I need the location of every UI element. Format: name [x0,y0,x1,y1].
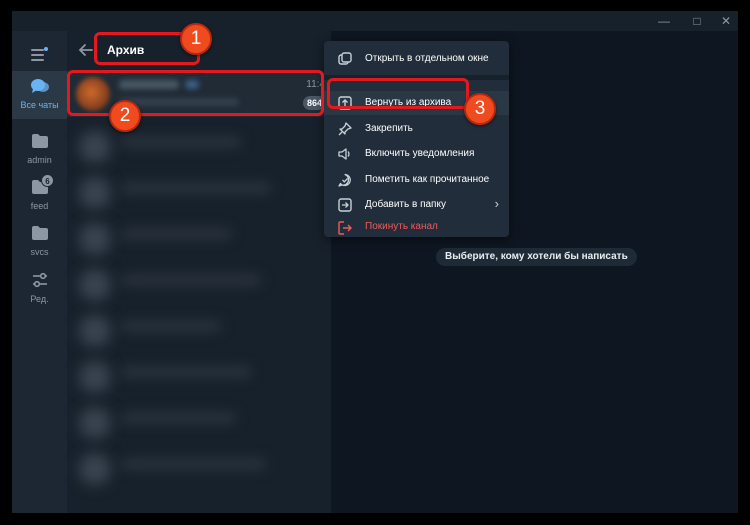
sidebar-item-label: feed [30,201,49,211]
leave-icon [338,221,352,235]
step-marker-1: 1 [180,23,212,55]
sidebar-item-feed[interactable]: 6 feed [12,172,67,220]
sidebar-item-all-chats[interactable]: Все чаты [12,71,67,119]
annotation-box-chat-row [67,70,324,116]
pin-icon [338,122,352,136]
menu-item-label: Добавить в папку [365,199,446,210]
menu-item-enable-notifications[interactable]: Включить уведомления [324,142,509,166]
folder-icon [32,226,48,240]
step-marker-3: 3 [464,93,496,125]
menu-item-label: Покинуть канал [365,221,438,232]
annotation-box-unarchive [327,78,469,109]
chat-bubbles-icon [31,79,49,93]
speaker-icon [338,148,350,160]
folder-icon [32,134,48,148]
menu-item-leave-channel[interactable]: Покинуть канал [324,218,509,237]
sliders-icon [33,272,47,288]
menu-item-label: Пометить как прочитанное [365,174,490,185]
sidebar-item-edit[interactable]: Ред. [12,265,67,313]
hamburger-menu-icon[interactable] [28,45,50,63]
back-arrow-icon[interactable] [77,41,95,59]
unread-badge: 6 [41,174,54,187]
chevron-right-icon: › [494,196,499,211]
telegram-window: — □ ✕ Все чаты admin 6 feed svcs Ред. Ар… [12,11,738,513]
menu-item-label: Включить уведомления [365,148,475,159]
add-folder-icon [338,198,352,212]
menu-item-open-in-window[interactable]: Открыть в отдельном окне [324,47,509,71]
menu-item-label: Закрепить [365,123,413,134]
sidebar-item-label: Все чаты [20,100,59,110]
sidebar-item-label: svcs [30,247,49,257]
empty-state-label: Выберите, кому хотели бы написать [436,248,637,266]
close-icon[interactable]: ✕ [714,13,738,29]
menu-item-mark-read[interactable]: Пометить как прочитанное [324,168,509,192]
sidebar-item-svcs[interactable]: svcs [12,218,67,266]
sidebar-item-admin[interactable]: admin [12,126,67,174]
minimize-icon[interactable]: — [652,13,676,29]
context-menu: Открыть в отдельном окне Вернуть из архи… [324,41,509,237]
folders-sidebar: Все чаты admin 6 feed svcs Ред. [12,31,67,513]
sidebar-item-label: admin [27,155,52,165]
title-bar: — □ ✕ [12,11,738,31]
menu-item-add-to-folder[interactable]: Добавить в папку › [324,193,509,217]
sidebar-item-label: Ред. [30,294,49,304]
mark-read-icon [338,173,351,187]
menu-item-label: Открыть в отдельном окне [365,53,489,64]
open-window-icon [338,52,352,65]
maximize-icon[interactable]: □ [685,13,709,29]
step-marker-2: 2 [109,100,141,132]
